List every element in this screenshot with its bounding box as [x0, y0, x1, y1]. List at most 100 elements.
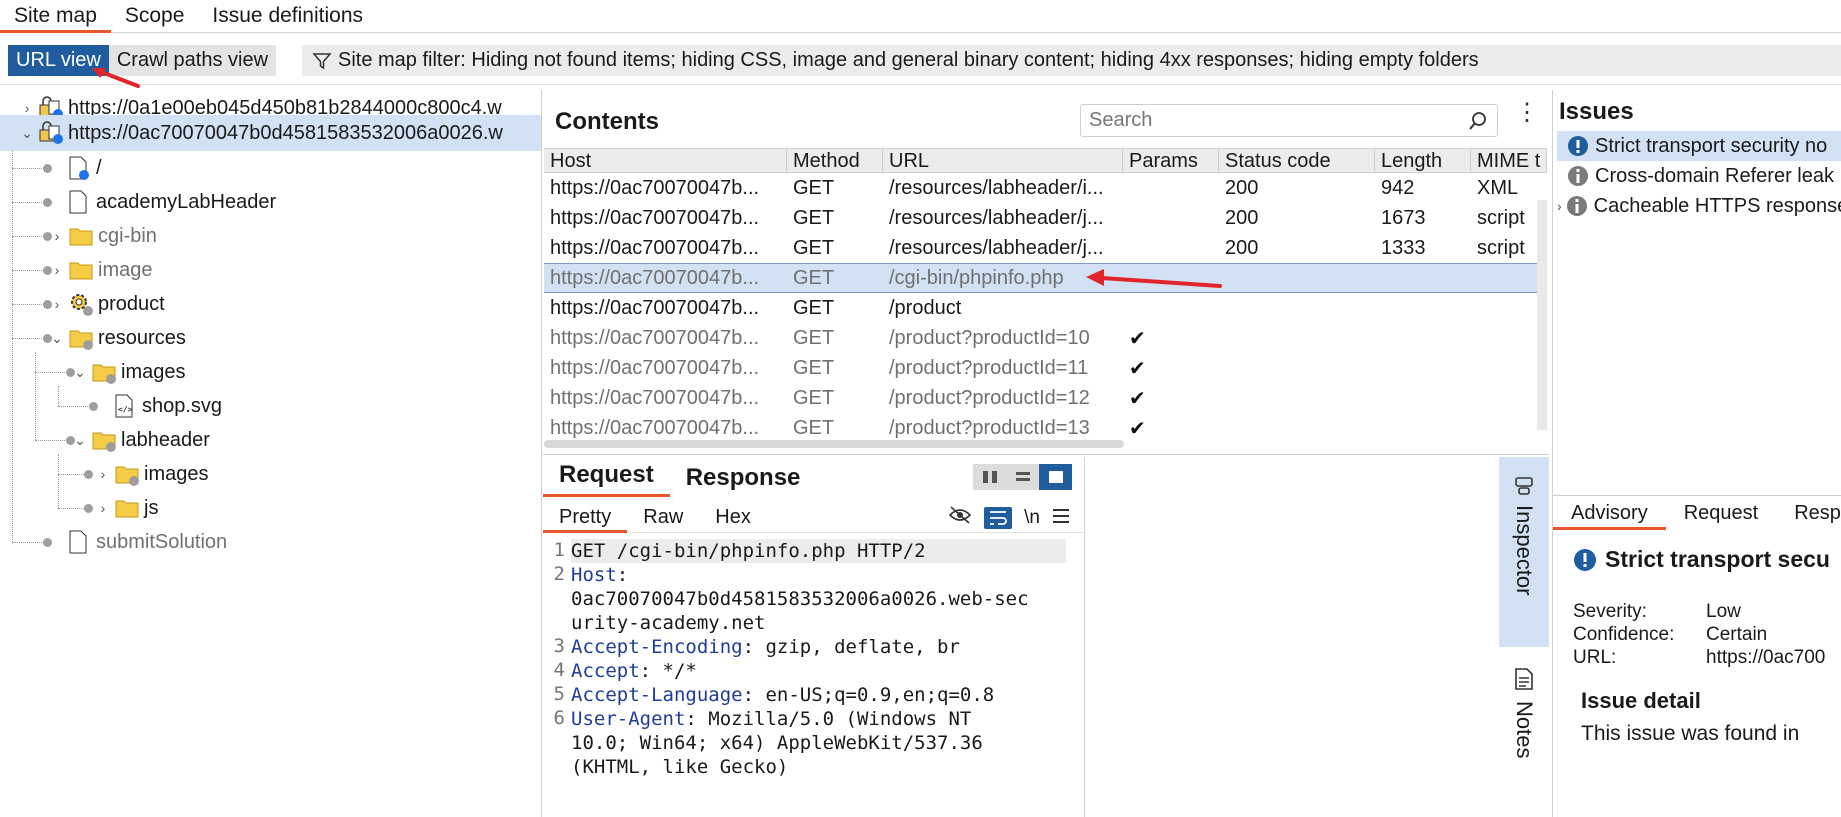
editor-tools: \n: [948, 505, 1070, 531]
tree-item-root[interactable]: /: [66, 150, 102, 186]
wrap-lines-icon[interactable]: [984, 507, 1013, 529]
tree-item-submitsolution[interactable]: submitSolution: [66, 524, 227, 560]
cell-url: /product?productId=11: [889, 356, 1089, 379]
single-view-icon[interactable]: [1039, 464, 1072, 490]
tab-issue-definitions[interactable]: Issue definitions: [198, 0, 377, 33]
tab-scope[interactable]: Scope: [111, 0, 199, 33]
tab-issue-response[interactable]: Respo: [1776, 496, 1841, 530]
table-row[interactable]: https://0ac70070047b... GET/resources/lab…: [544, 233, 1547, 263]
table-row[interactable]: https://0ac70070047b... GET/product?produ…: [544, 413, 1547, 443]
chevron-right-icon[interactable]: ›: [50, 228, 64, 244]
header-name: Accept-Language: [571, 684, 743, 706]
table-row[interactable]: https://0ac70070047b... GET/resources/lab…: [544, 203, 1547, 233]
tab-response[interactable]: Response: [670, 464, 817, 497]
tab-request[interactable]: Request: [543, 461, 670, 497]
tree-item-image[interactable]: › image: [50, 252, 153, 288]
table-row[interactable]: https://0ac70070047b... GET/product?produ…: [544, 323, 1547, 353]
header-name: User-Agent: [571, 708, 686, 730]
column-method[interactable]: Method: [787, 149, 883, 172]
chevron-down-icon[interactable]: ⌄: [73, 432, 87, 449]
tree-item-js[interactable]: › js: [96, 490, 159, 526]
cell-params: ✔: [1129, 327, 1146, 350]
tree-item-labheader-images[interactable]: › images: [96, 456, 208, 492]
header-value: : gzip, deflate, br: [742, 636, 960, 658]
table-row-selected[interactable]: https://0ac70070047b... GET/cgi-bin/phpin…: [544, 263, 1547, 293]
line-text: urity-academy.net: [571, 611, 765, 635]
svg-file-icon: </>: [112, 393, 138, 419]
cell-status: 200: [1225, 236, 1259, 259]
chevron-down-icon[interactable]: ⌄: [20, 125, 34, 142]
issue-item[interactable]: › Cacheable HTTPS response: [1557, 191, 1841, 221]
tab-inspector[interactable]: Inspector: [1499, 457, 1549, 647]
vertical-scrollbar[interactable]: [1537, 200, 1547, 430]
line-text: (KHTML, like Gecko): [571, 755, 788, 779]
cell-length: 1333: [1381, 236, 1426, 259]
issue-item[interactable]: Strict transport security no: [1557, 131, 1841, 161]
table-row[interactable]: https://0ac70070047b... GET/resources/lab…: [544, 173, 1547, 203]
chevron-right-icon[interactable]: ›: [20, 100, 34, 116]
tab-notes[interactable]: Notes: [1511, 701, 1537, 758]
tab-pretty[interactable]: Pretty: [543, 501, 628, 533]
tab-hex[interactable]: Hex: [699, 501, 767, 533]
tree-item-resources[interactable]: ⌄ resources: [50, 320, 186, 356]
header-value: : */*: [639, 660, 697, 682]
table-row[interactable]: https://0ac70070047b... GET/product: [544, 293, 1547, 323]
tree-item-labheader[interactable]: ⌄ labheader: [73, 422, 210, 458]
issue-detail-heading: Issue detail: [1581, 688, 1701, 713]
chevron-right-icon[interactable]: ›: [96, 466, 110, 482]
tree-item-resources-images[interactable]: ⌄ images: [73, 354, 185, 390]
tree-item-host-2[interactable]: ⌄ https://0ac70070047b0d4581583532006a00…: [0, 115, 541, 151]
horizontal-scrollbar[interactable]: [544, 440, 1124, 448]
cell-host: https://0ac70070047b...: [550, 266, 760, 289]
tree-item-cgi-bin[interactable]: › cgi-bin: [50, 218, 157, 254]
table-row[interactable]: https://0ac70070047b... GET/product?produ…: [544, 383, 1547, 413]
cell-length: 1673: [1381, 206, 1426, 229]
header-name: Host: [571, 564, 617, 586]
search-icon[interactable]: [1467, 110, 1489, 138]
issue-item[interactable]: Cross-domain Referer leak: [1557, 161, 1841, 191]
column-url[interactable]: URL: [883, 149, 1123, 172]
cell-url: /product?productId=10: [889, 326, 1090, 349]
tree-item-academylabheader[interactable]: academyLabHeader: [66, 184, 276, 220]
column-length[interactable]: Length: [1375, 149, 1471, 172]
chevron-right-icon[interactable]: ›: [1557, 198, 1562, 214]
notes-icon[interactable]: [1513, 667, 1535, 697]
split-vertical-icon[interactable]: [973, 464, 1006, 490]
tree-item-product[interactable]: › product: [50, 286, 165, 322]
lock-host-icon: [38, 120, 64, 146]
tab-issue-request[interactable]: Request: [1666, 496, 1777, 530]
header-name: Accept-Encoding: [571, 636, 743, 658]
table-row[interactable]: https://0ac70070047b... GET/product?produ…: [544, 353, 1547, 383]
folder-icon: [68, 325, 94, 351]
hide-eye-icon[interactable]: [948, 505, 972, 531]
tab-advisory[interactable]: Advisory: [1553, 496, 1666, 530]
more-options-icon[interactable]: ⋮: [1515, 101, 1539, 125]
cell-host: https://0ac70070047b...: [550, 206, 760, 229]
info-icon: [1567, 165, 1589, 187]
request-editor[interactable]: 1 GET /cgi-bin/phpinfo.php HTTP/2 2 Host: 0a…: [543, 539, 1085, 779]
cell-method: GET: [793, 296, 835, 319]
chevron-right-icon[interactable]: ›: [50, 296, 64, 312]
chevron-down-icon[interactable]: ⌄: [50, 330, 64, 347]
column-status-code[interactable]: Status code: [1219, 149, 1375, 172]
newline-toggle[interactable]: \n: [1024, 507, 1040, 529]
tab-site-map[interactable]: Site map: [0, 0, 111, 33]
menu-icon[interactable]: [1052, 506, 1070, 530]
gear-icon: [68, 291, 94, 317]
tab-raw[interactable]: Raw: [627, 501, 699, 533]
chevron-right-icon[interactable]: ›: [96, 500, 110, 516]
contents-search-input[interactable]: Search: [1080, 104, 1498, 137]
column-mime[interactable]: MIME t: [1471, 149, 1547, 172]
cell-host: https://0ac70070047b...: [550, 296, 760, 319]
chevron-down-icon[interactable]: ⌄: [73, 364, 87, 381]
column-host[interactable]: Host: [544, 149, 787, 172]
tree-item-shop-svg[interactable]: </> shop.svg: [112, 388, 222, 424]
sitemap-filter-bar[interactable]: Site map filter: Hiding not found items;…: [302, 45, 1841, 76]
header-value: urity-academy.net: [571, 612, 766, 634]
line-number: 2: [553, 563, 565, 585]
code-line: 3 Accept-Encoding: gzip, deflate, br: [543, 635, 1085, 659]
column-params[interactable]: Params: [1123, 149, 1219, 172]
low-severity-icon: [1573, 548, 1597, 572]
split-horizontal-icon[interactable]: [1006, 464, 1039, 490]
chevron-right-icon[interactable]: ›: [50, 262, 64, 278]
